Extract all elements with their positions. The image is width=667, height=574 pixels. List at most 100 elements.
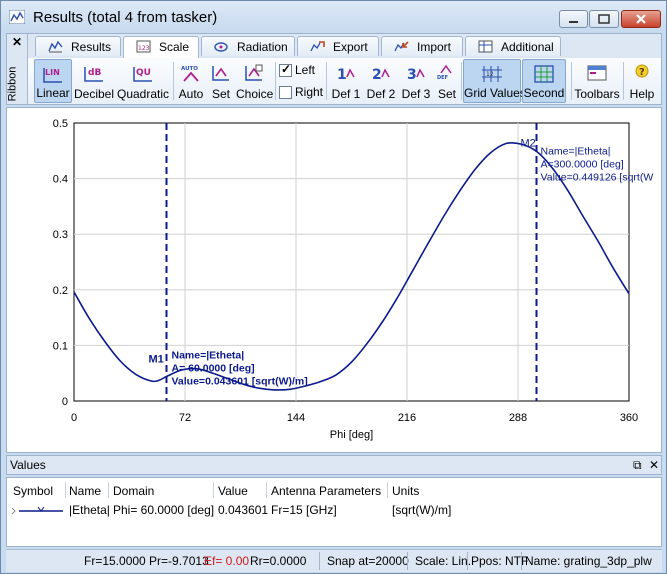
ribbon-vertical-label: Ribbon bbox=[6, 66, 19, 102]
toolbar-separator bbox=[461, 62, 462, 100]
status-ppos: Ppos: NTF bbox=[471, 554, 529, 568]
results-app-icon bbox=[9, 10, 25, 24]
tab-export[interactable]: Export bbox=[297, 36, 379, 56]
auto-button[interactable]: AUTO Auto bbox=[176, 59, 206, 103]
left-axis-checkbox[interactable]: ✓ Left bbox=[279, 62, 323, 79]
checkbox-label: Right bbox=[295, 85, 324, 99]
auto-scale-icon: AUTO bbox=[181, 66, 199, 82]
tab-results[interactable]: Results bbox=[35, 36, 121, 56]
minimize-icon bbox=[569, 21, 578, 23]
toolbars-icon bbox=[587, 65, 607, 81]
def3-button[interactable]: 3 Def 3 bbox=[399, 59, 433, 103]
values-panel-title: Values bbox=[10, 458, 46, 472]
toolbar-separator bbox=[173, 62, 174, 100]
marker-label: M2 bbox=[521, 137, 536, 149]
status-rr: Rr=0.0000 bbox=[250, 554, 307, 568]
choice-scale-icon bbox=[245, 64, 263, 81]
svg-text:2: 2 bbox=[372, 67, 382, 83]
tab-label: Radiation bbox=[237, 40, 288, 54]
column-header-symbol[interactable]: Symbol bbox=[13, 484, 53, 498]
status-separator bbox=[521, 552, 522, 570]
title-bar: Results (total 4 from tasker) bbox=[1, 1, 666, 33]
column-header-value[interactable]: Value bbox=[218, 484, 248, 498]
def2-button[interactable]: 2 Def 2 bbox=[364, 59, 398, 103]
set-def-button[interactable]: DEF Set bbox=[434, 59, 460, 103]
row-name: |Etheta| bbox=[69, 503, 110, 517]
column-header-units[interactable]: Units bbox=[392, 484, 419, 498]
button-label: Quadratic bbox=[116, 87, 170, 101]
button-label: Grid Values bbox=[464, 86, 526, 100]
svg-text:123: 123 bbox=[138, 45, 150, 52]
line-chart[interactable]: 0 72 144 216 288 360 0 0.1 0.2 0.3 0.4 0.5 Phi [deg]… bbox=[7, 108, 661, 452]
x-tick-label: 0 bbox=[71, 412, 77, 424]
close-icon[interactable]: ✕ bbox=[649, 458, 659, 472]
set-button[interactable]: Set bbox=[208, 59, 234, 103]
button-label: Def 3 bbox=[401, 87, 431, 101]
column-header-name[interactable]: Name bbox=[69, 484, 101, 498]
decibel-button[interactable]: dB Decibel bbox=[74, 59, 114, 103]
checkbox-box: ✓ bbox=[279, 62, 292, 77]
toolbars-button[interactable]: Toolbars bbox=[574, 59, 620, 103]
maximize-button[interactable] bbox=[589, 10, 619, 28]
tab-import[interactable]: Import bbox=[381, 36, 463, 56]
column-header-antenna-parameters[interactable]: Antenna Parameters bbox=[271, 484, 381, 498]
svg-text:3: 3 bbox=[407, 67, 417, 83]
def1-icon: 1 bbox=[337, 67, 355, 83]
button-label: Choice bbox=[236, 87, 274, 101]
values-panel-header: Values ⧉ ✕ bbox=[6, 455, 662, 475]
column-divider[interactable] bbox=[213, 482, 214, 498]
grid-values-button[interactable]: 12 Grid Values bbox=[463, 59, 526, 103]
column-divider[interactable] bbox=[266, 482, 267, 498]
button-label: Linear bbox=[36, 86, 70, 100]
tab-label: Additional bbox=[501, 40, 554, 54]
tab-label: Results bbox=[71, 40, 112, 54]
tab-additional[interactable]: Additional bbox=[465, 36, 561, 56]
column-divider[interactable] bbox=[108, 482, 109, 498]
status-bar: Fr=15.0000 Pr=-9.7013 Ef= 0.00 Rr=0.0000… bbox=[6, 549, 662, 572]
quadratic-scale-icon: QU bbox=[133, 67, 152, 82]
maximize-icon bbox=[598, 14, 610, 24]
def2-icon: 2 bbox=[372, 67, 390, 83]
button-label: Help bbox=[629, 87, 655, 101]
float-window-icon[interactable]: ⧉ bbox=[633, 458, 642, 473]
second-grid-button[interactable]: Second bbox=[522, 59, 566, 103]
radiation-icon bbox=[214, 42, 228, 52]
x-tick-label: 216 bbox=[398, 412, 416, 424]
button-label: Second bbox=[523, 86, 565, 100]
column-divider[interactable] bbox=[387, 482, 388, 498]
button-label: Decibel bbox=[74, 87, 115, 101]
x-tick-label: 360 bbox=[620, 412, 638, 424]
button-label: Toolbars bbox=[574, 87, 620, 101]
ribbon-close-icon[interactable]: ✕ bbox=[12, 35, 22, 49]
x-tick-label: 72 bbox=[179, 412, 191, 424]
svg-text:1: 1 bbox=[337, 67, 347, 83]
tab-label: Import bbox=[417, 40, 452, 54]
plot-area[interactable]: 0 72 144 216 288 360 0 0.1 0.2 0.3 0.4 0.5 Phi [deg]… bbox=[6, 107, 662, 453]
column-divider[interactable] bbox=[65, 482, 66, 498]
toolbar-separator bbox=[326, 62, 327, 100]
button-label: Auto bbox=[178, 87, 204, 101]
row-antenna-params: Fr=15 [GHz] bbox=[271, 503, 337, 517]
right-axis-checkbox[interactable]: Right bbox=[279, 85, 327, 101]
tab-scale[interactable]: 123 Scale bbox=[123, 36, 199, 58]
status-name: Name: grating_3dp_plw bbox=[525, 554, 652, 568]
quadratic-button[interactable]: QU Quadratic bbox=[116, 59, 170, 103]
scale-toolbar: LIN Linear dB Decibel QU Quadratic AUTO … bbox=[28, 58, 661, 104]
status-separator bbox=[467, 552, 468, 570]
scale-icon: 123 bbox=[136, 40, 151, 53]
window-title: Results (total 4 from tasker) bbox=[33, 9, 218, 26]
minimize-button[interactable] bbox=[559, 10, 588, 28]
choice-button[interactable]: Choice bbox=[236, 59, 274, 103]
linear-button[interactable]: LIN Linear bbox=[34, 59, 72, 103]
column-header-domain[interactable]: Domain bbox=[113, 484, 154, 498]
marker-argument: A=300.0000 [deg] bbox=[541, 158, 624, 170]
tab-radiation[interactable]: Radiation bbox=[201, 36, 295, 56]
def1-button[interactable]: 1 Def 1 bbox=[329, 59, 363, 103]
x-tick-label: 288 bbox=[509, 412, 527, 424]
svg-text:?: ? bbox=[639, 67, 645, 78]
row-value: 0.043601 bbox=[218, 503, 269, 517]
close-button[interactable] bbox=[621, 10, 661, 28]
button-label: Set bbox=[437, 87, 456, 101]
series-symbol-icon bbox=[11, 506, 63, 515]
help-button[interactable]: ? Help bbox=[626, 59, 658, 103]
